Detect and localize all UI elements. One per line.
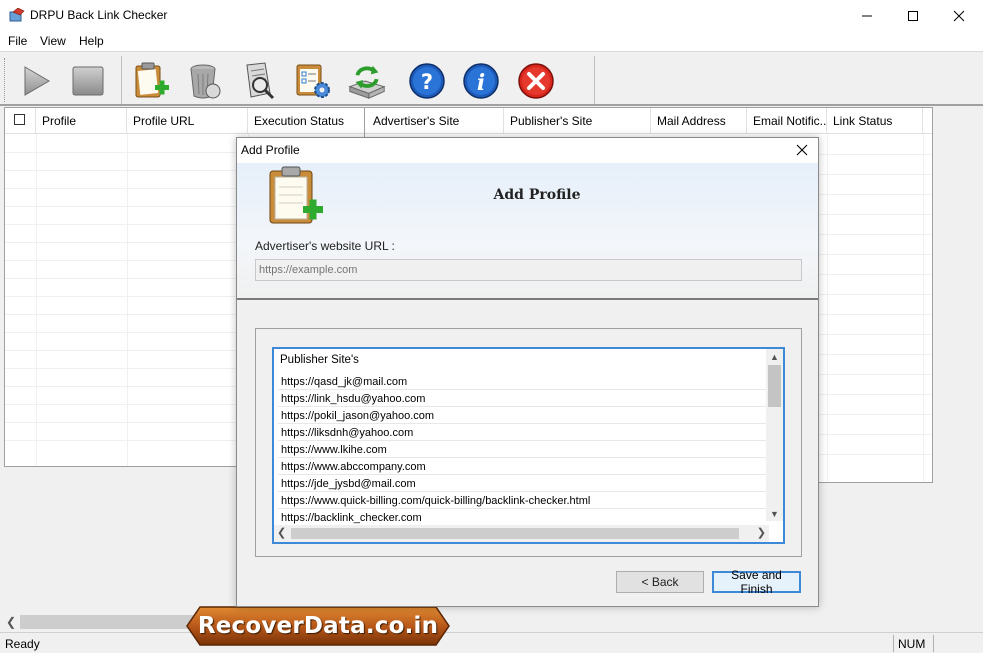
stop-icon: [72, 66, 104, 96]
checklist-gear-icon: [296, 64, 330, 98]
stop-button[interactable]: [67, 60, 109, 102]
help-icon: ?: [409, 63, 445, 99]
column-profile-url[interactable]: Profile URL: [127, 108, 248, 134]
main-horizontal-scrollbar[interactable]: ❮: [0, 612, 983, 632]
dialog-divider: [237, 298, 818, 300]
scrollbar-thumb[interactable]: [291, 528, 739, 539]
publisher-list[interactable]: Publisher Site's https://qasd_jk@mail.co…: [272, 347, 785, 544]
list-item[interactable]: https://jde_jysbd@mail.com: [278, 475, 766, 492]
column-advertiser-site[interactable]: Advertiser's Site: [365, 108, 504, 134]
document-search-icon: [246, 62, 275, 100]
chevron-right-icon[interactable]: ❯: [757, 526, 766, 539]
publisher-group: Publisher Site's https://qasd_jk@mail.co…: [255, 328, 802, 557]
dialog-title-bar: Add Profile: [237, 138, 818, 163]
list-item[interactable]: https://link_hsdu@yahoo.com: [278, 390, 766, 407]
exit-icon: [518, 63, 554, 99]
close-icon: [953, 10, 965, 21]
add-profile-button[interactable]: [130, 60, 172, 102]
svg-text:i: i: [477, 70, 485, 96]
list-item[interactable]: https://liksdnh@yahoo.com: [278, 424, 766, 441]
back-button[interactable]: < Back: [616, 571, 704, 593]
column-publisher-site[interactable]: Publisher's Site: [504, 108, 651, 134]
clipboard-add-icon: [135, 62, 169, 98]
status-text: Ready: [5, 637, 40, 651]
report-button[interactable]: [238, 60, 280, 102]
select-all-checkbox[interactable]: [14, 114, 25, 125]
list-item[interactable]: https://www.lkihe.com: [278, 441, 766, 458]
status-panel: [933, 635, 978, 652]
maximize-icon: [908, 10, 918, 21]
minimize-icon: [862, 15, 872, 16]
list-item[interactable]: https://qasd_jk@mail.com: [278, 373, 766, 390]
title-bar: DRPU Back Link Checker: [0, 0, 983, 31]
svg-text:?: ?: [421, 70, 433, 94]
advertiser-url-label: Advertiser's website URL :: [255, 239, 395, 253]
column-mail-address[interactable]: Mail Address: [651, 108, 747, 134]
scrollbar-thumb[interactable]: [768, 365, 781, 407]
dialog-close-button[interactable]: [792, 140, 812, 160]
column-profile[interactable]: Profile: [36, 108, 127, 134]
advertiser-url-input[interactable]: [255, 259, 802, 281]
dialog-title: Add Profile: [241, 143, 300, 157]
close-icon: [796, 144, 808, 156]
grid-line: [127, 134, 128, 466]
toolbar: ? i: [0, 51, 983, 106]
menu-help[interactable]: Help: [79, 34, 104, 48]
app-icon: [9, 8, 25, 22]
column-link-status[interactable]: Link Status: [827, 108, 923, 134]
maximize-button[interactable]: [890, 0, 936, 31]
column-email-notification[interactable]: Email Notific...: [747, 108, 827, 134]
settings-button[interactable]: [292, 60, 334, 102]
watermark-banner: RecoverData.co.in: [186, 606, 450, 646]
toolbar-separator: [121, 56, 122, 104]
toolbar-grip: [4, 58, 7, 102]
chevron-down-icon[interactable]: ▼: [766, 506, 783, 521]
about-button[interactable]: i: [460, 60, 502, 102]
grid-line: [36, 134, 37, 466]
results-grid-header: Advertiser's Site Publisher's Site Mail …: [365, 108, 932, 134]
info-icon: i: [463, 63, 499, 99]
list-item[interactable]: https://www.abccompany.com: [278, 458, 766, 475]
add-profile-dialog: Add Profile Add Profile Advertiser's web…: [236, 137, 819, 607]
refresh-drive-icon: [348, 65, 386, 99]
menu-view[interactable]: View: [40, 34, 66, 48]
menu-file[interactable]: File: [8, 34, 27, 48]
list-item[interactable]: https://pokil_jason@yahoo.com: [278, 407, 766, 424]
dialog-heading: Add Profile: [493, 187, 581, 203]
publisher-vertical-scrollbar[interactable]: ▲ ▼: [766, 349, 783, 521]
trash-icon: [190, 64, 221, 99]
toolbar-separator: [594, 56, 595, 104]
list-item[interactable]: https://backlink_checker.com: [278, 509, 766, 526]
profile-grid-header: Profile Profile URL Execution Status: [5, 108, 365, 134]
menu-bar: File View Help: [0, 31, 983, 51]
minimize-button[interactable]: [844, 0, 890, 31]
num-lock-indicator: NUM: [893, 635, 933, 652]
exit-button[interactable]: [515, 60, 557, 102]
close-window-button[interactable]: [936, 0, 982, 31]
watermark-text: RecoverData.co.in: [197, 613, 439, 639]
publisher-list-header: Publisher Site's: [280, 354, 359, 366]
grid-line: [923, 134, 924, 482]
delete-button[interactable]: [184, 60, 226, 102]
status-bar: Ready NUM: [0, 632, 983, 653]
list-item[interactable]: https://www.quick-billing.com/quick-bill…: [278, 492, 766, 509]
update-button[interactable]: [346, 60, 388, 102]
chevron-up-icon[interactable]: ▲: [766, 349, 783, 364]
help-button[interactable]: ?: [406, 60, 448, 102]
save-and-finish-button[interactable]: Save and Finish: [712, 568, 801, 596]
play-icon: [24, 66, 50, 96]
scroll-left-icon[interactable]: ❮: [6, 615, 16, 629]
select-all-checkbox-cell[interactable]: [5, 108, 36, 134]
dialog-header: Add Profile Advertiser's website URL :: [237, 163, 818, 298]
window-title: DRPU Back Link Checker: [30, 8, 168, 22]
play-button[interactable]: [14, 60, 56, 102]
publisher-horizontal-scrollbar[interactable]: ❮ ❯: [274, 525, 769, 542]
chevron-left-icon[interactable]: ❮: [277, 526, 286, 539]
column-execution-status[interactable]: Execution Status: [248, 108, 365, 134]
